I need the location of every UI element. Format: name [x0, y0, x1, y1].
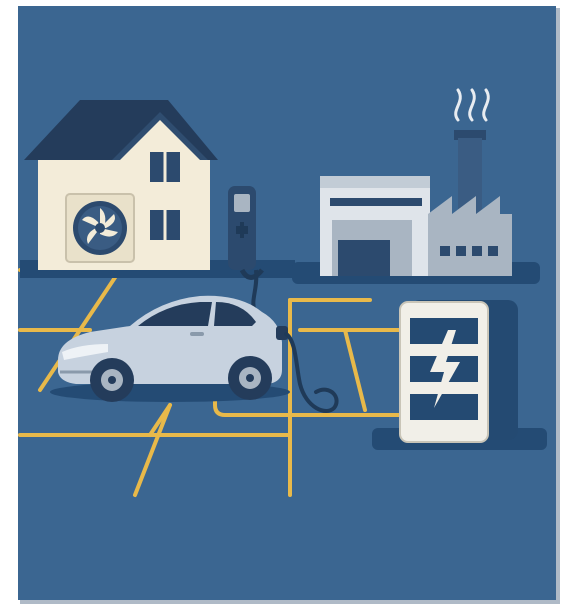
charger-screen	[234, 194, 250, 212]
battery-storage-icon	[399, 300, 518, 443]
energy-network-illustration	[8, 0, 566, 606]
heat-pump-fan-icon	[65, 193, 135, 263]
factory-door	[338, 240, 390, 276]
battery-cell	[410, 394, 478, 420]
factory-sawtooth	[428, 196, 512, 276]
illustration-frame	[0, 0, 566, 606]
